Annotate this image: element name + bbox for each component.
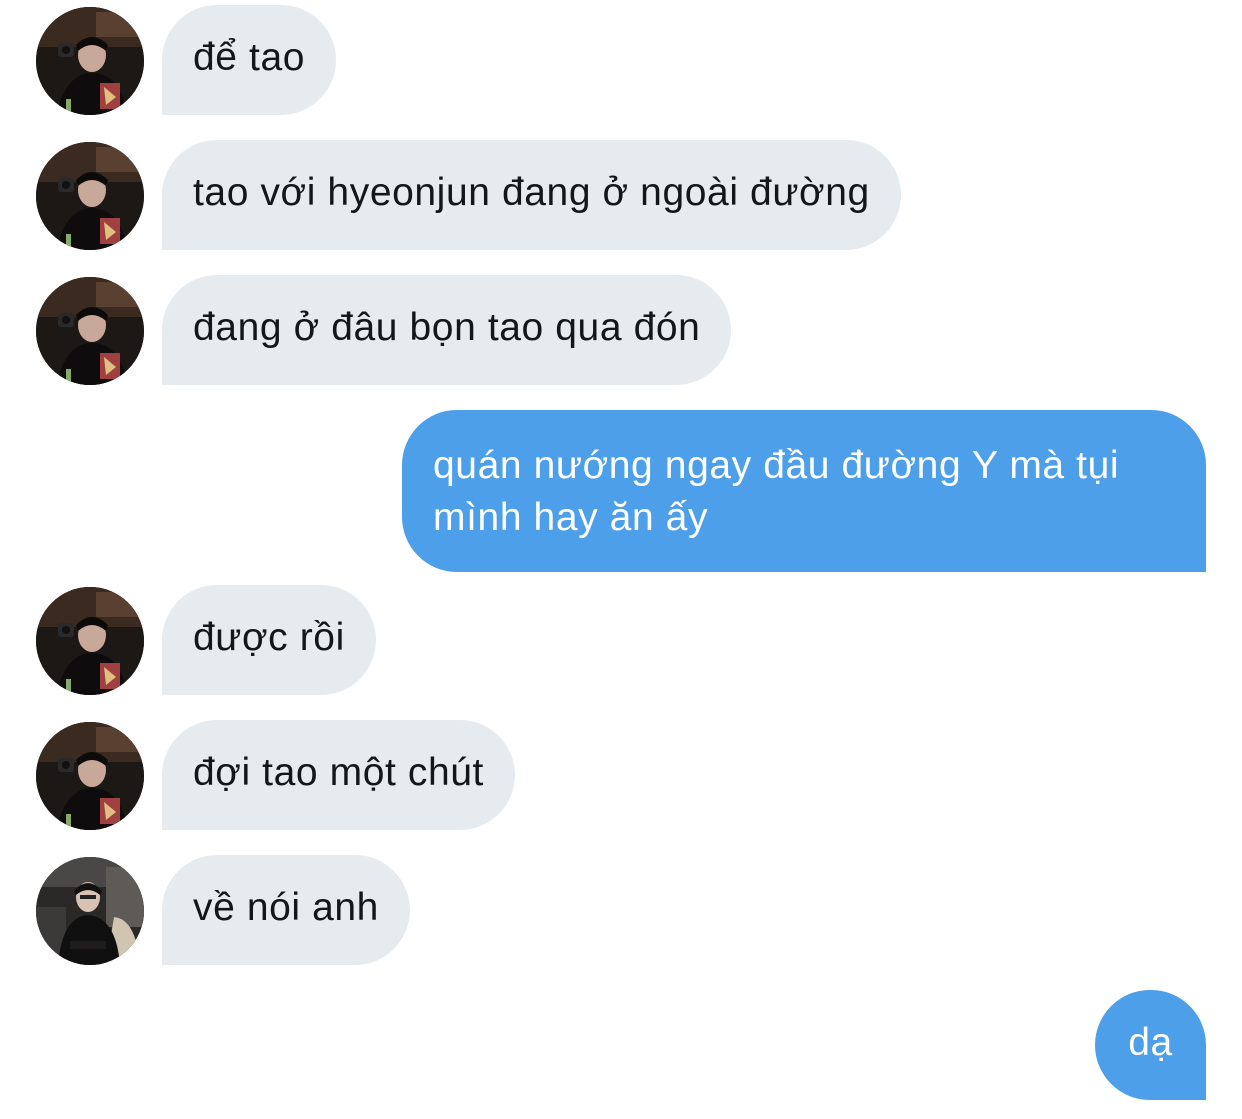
incoming-message-bubble[interactable]: được rồi — [162, 585, 376, 695]
conversation-thread: để tao tao với hyeonjun đang ở ngoài đườ… — [0, 0, 1242, 1119]
message-text: tao với hyeonjun đang ở ngoài đường — [193, 171, 870, 214]
message-text: đang ở đâu bọn tao qua đón — [193, 306, 701, 349]
avatar[interactable] — [36, 587, 144, 695]
outgoing-message-bubble[interactable]: quán nướng ngay đầu đường Y mà tụi mình … — [402, 410, 1206, 572]
message-text: đợi tao một chút — [193, 751, 484, 794]
incoming-message-bubble[interactable]: tao với hyeonjun đang ở ngoài đường — [162, 140, 901, 250]
message-text-line: mình hay ăn ấy — [433, 496, 709, 539]
avatar[interactable] — [36, 7, 144, 115]
avatar-photo-1 — [36, 7, 144, 115]
avatar-photo-1 — [36, 587, 144, 695]
avatar[interactable] — [36, 722, 144, 830]
message-text: về nói anh — [193, 886, 379, 929]
avatar-photo-1 — [36, 277, 144, 385]
incoming-message-bubble[interactable]: đợi tao một chút — [162, 720, 515, 830]
incoming-message-bubble[interactable]: về nói anh — [162, 855, 410, 965]
message-text: để tao — [193, 36, 306, 79]
outgoing-message-bubble[interactable]: dạ — [1095, 990, 1206, 1100]
avatar-photo-1 — [36, 142, 144, 250]
message-text: được rồi — [193, 616, 345, 659]
message-text: dạ — [1128, 1021, 1173, 1064]
avatar-photo-2 — [36, 857, 144, 965]
avatar[interactable] — [36, 142, 144, 250]
incoming-message-bubble[interactable]: đang ở đâu bọn tao qua đón — [162, 275, 732, 385]
avatar[interactable] — [36, 857, 144, 965]
avatar-photo-1 — [36, 722, 144, 830]
message-text-line: quán nướng ngay đầu đường Y mà tụi — [433, 444, 1120, 487]
avatar[interactable] — [36, 277, 144, 385]
incoming-message-bubble[interactable]: để tao — [162, 5, 337, 115]
